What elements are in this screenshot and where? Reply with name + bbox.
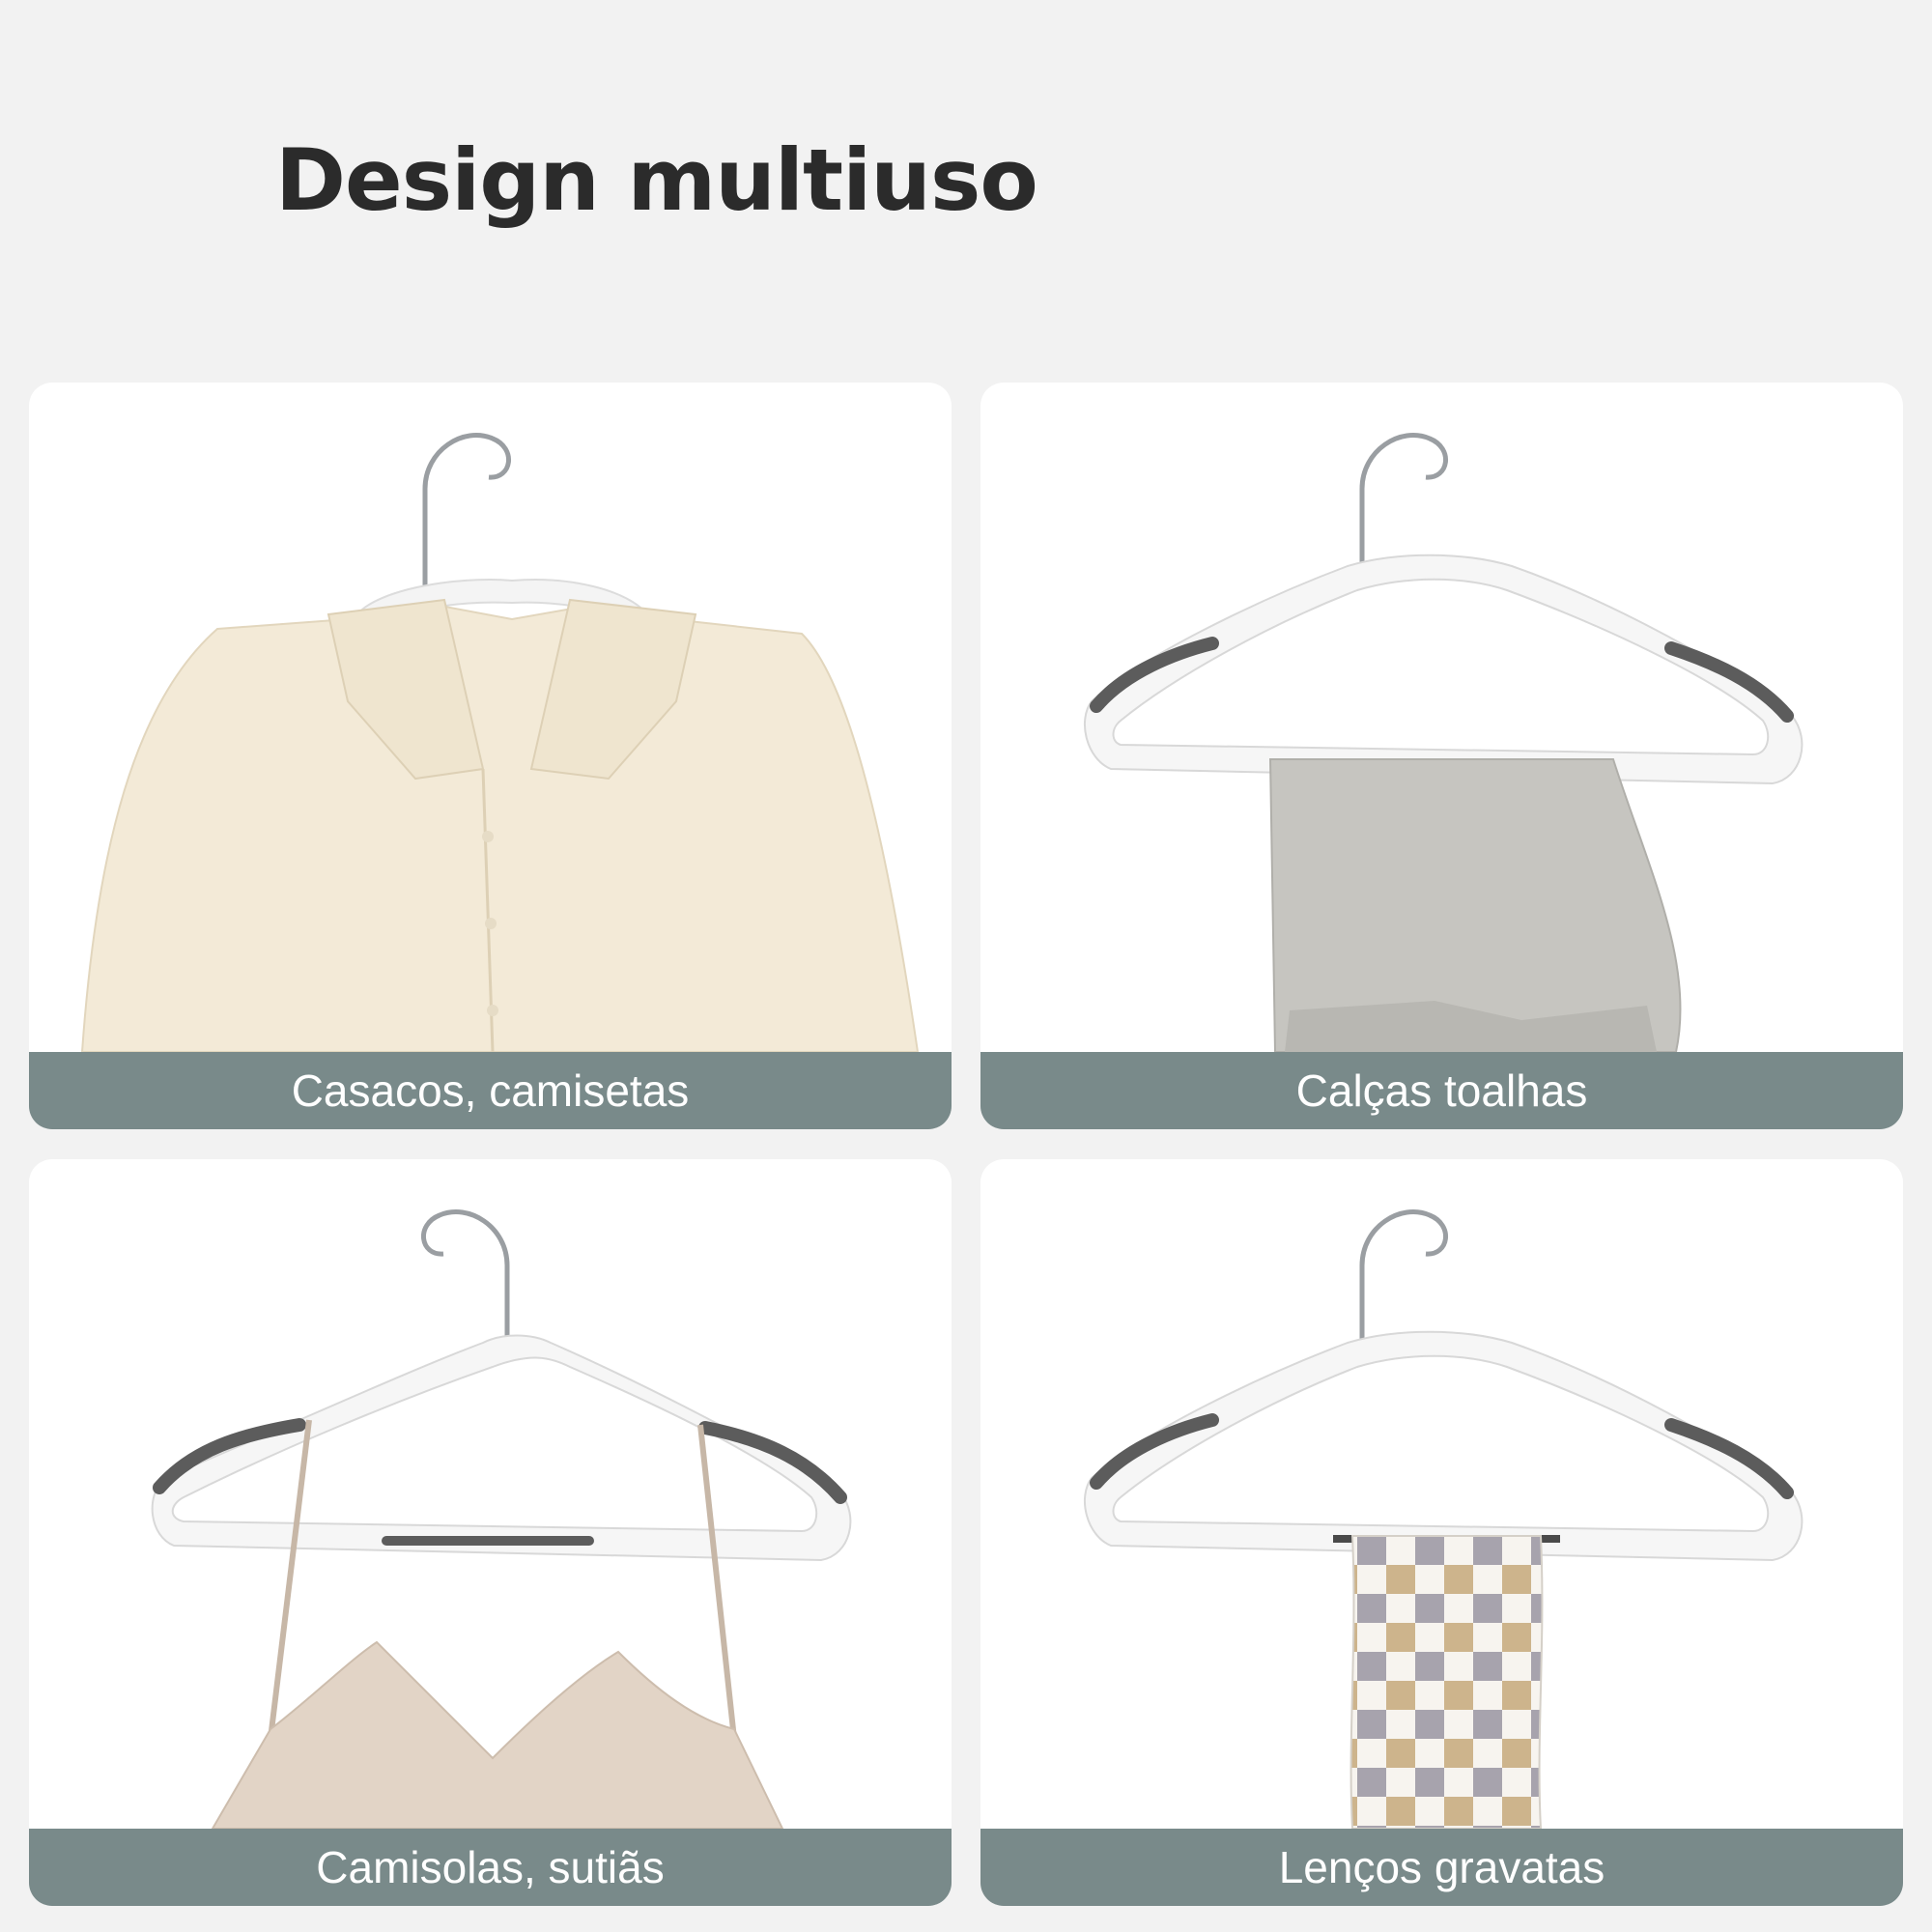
card-trousers-towels: Calças toalhas: [980, 383, 1903, 1129]
card-scarves-ties: Lenços gravatas: [980, 1159, 1903, 1906]
caption-scarves-ties: Lenços gravatas: [980, 1829, 1903, 1906]
card-camisoles-bras: Camisolas, sutiãs: [29, 1159, 952, 1906]
scarf-on-hanger-image: [1083, 1209, 1804, 1829]
trousers-on-hanger-image: [1083, 433, 1804, 1052]
caption-trousers-towels: Calças toalhas: [980, 1052, 1903, 1129]
camisole-on-hanger-image: [151, 1209, 852, 1829]
caption-camisoles-bras: Camisolas, sutiãs: [29, 1829, 952, 1906]
caption-coats-shirts: Casacos, camisetas: [29, 1052, 952, 1129]
shirt-on-hanger-image: [80, 433, 920, 1052]
card-coats-shirts: Casacos, camisetas: [29, 383, 952, 1129]
page-title: Design multiuso: [275, 130, 1038, 230]
